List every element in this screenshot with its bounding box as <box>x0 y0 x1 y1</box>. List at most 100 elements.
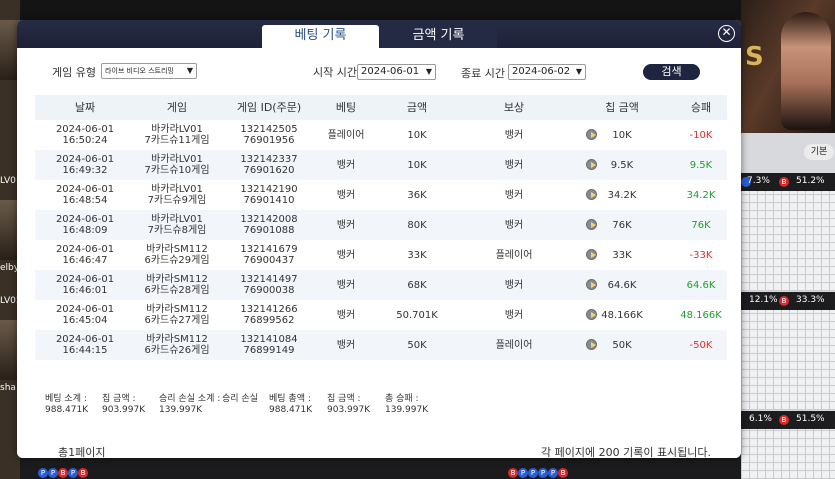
cell-chip-text: 33K <box>612 249 632 261</box>
cell-date: 2024-06-01 16:48:54 <box>56 180 114 210</box>
replay-play-icon[interactable] <box>586 339 597 350</box>
cell-date: 2024-06-01 16:44:15 <box>56 330 114 360</box>
cell-bet-text: 뱅커 <box>336 159 356 171</box>
game-type-select[interactable]: 라이브 비디오 스트리밍 ▼ <box>101 63 197 79</box>
cell-game-text: 바카라LV01 <box>151 214 203 225</box>
cell-game-text: 바카라LV01 <box>151 154 203 165</box>
cell-bet-text: 뱅커 <box>336 279 356 291</box>
modal-header: 베팅 기록 금액 기록 ✕ <box>17 20 741 48</box>
cell-game-id: 132142190 76901410 <box>240 180 297 210</box>
cell-game-id-text: 132141679 <box>240 244 298 255</box>
tab-amount-history[interactable]: 금액 기록 <box>380 25 497 48</box>
end-time-label: 종료 시간 <box>461 67 505 80</box>
cell-winloss-text: -33K <box>689 249 713 261</box>
cell-result: 뱅커 <box>505 300 523 330</box>
search-button[interactable]: 검색 <box>643 64 700 80</box>
replay-play-icon[interactable] <box>586 129 597 140</box>
cell-game-text: 6카드슈26게임 <box>144 345 210 356</box>
cell-game-text: 바카라LV01 <box>151 184 203 195</box>
cell-date-text: 2024-06-01 <box>55 214 115 225</box>
cell-bet: 뱅커 <box>337 300 355 330</box>
table-stats-strip: 6.1% B 51.5% <box>741 411 835 429</box>
summary-value: 988.471K <box>269 405 313 415</box>
start-time-label: 시작 시간 <box>313 66 357 79</box>
table-row: 2024-06-01 16:48:09 바카라LV01 7카드슈8게임 13214200… <box>35 210 727 240</box>
roadmap-grid <box>741 310 835 410</box>
cell-winloss: 64.6K <box>687 270 716 300</box>
cell-result: 뱅커 <box>505 180 523 210</box>
cell-winloss: 9.5K <box>690 150 712 180</box>
table-row: 2024-06-01 16:46:47 바카라SM112 6카드슈29게임 132141… <box>35 240 727 270</box>
cell-winloss: -50K <box>690 330 713 360</box>
start-date-select[interactable]: 2024-06-01 ▼ <box>357 64 436 80</box>
summary-label: 승리 손실 <box>222 394 258 404</box>
replay-play-icon[interactable] <box>586 249 597 260</box>
cell-date-text: 16:50:24 <box>62 135 108 146</box>
table-row: 2024-06-01 16:48:54 바카라LV01 7카드슈9게임 13214219… <box>35 180 727 210</box>
cell-chip: 33K <box>612 240 631 270</box>
cell-game-text: 바카라SM112 <box>146 244 208 255</box>
cell-game-text: 6카드슈29게임 <box>144 255 210 266</box>
cell-chip-text: 9.5K <box>610 159 634 171</box>
cell-date-text: 2024-06-01 <box>55 154 115 165</box>
cell-chip-text: 76K <box>612 219 632 231</box>
road-dots: BPPPPB <box>508 460 568 479</box>
mode-badge[interactable]: 기본 <box>804 144 834 160</box>
cell-amount: 68K <box>407 270 426 300</box>
cell-amount: 36K <box>407 180 426 210</box>
per-page-note: 각 페이지에 200 기록이 표시됩니다. <box>541 446 712 458</box>
cell-chip-text: 64.6K <box>607 279 637 291</box>
cell-game-text: 바카라LV01 <box>151 124 203 135</box>
roadmap-grid <box>741 429 835 479</box>
cell-bet-text: 뱅커 <box>336 189 356 201</box>
cell-game-id-text: 132142505 <box>240 124 298 135</box>
cell-winloss-text: 76K <box>691 219 711 231</box>
cell-game-id-text: 76900038 <box>243 285 295 296</box>
cell-date-text: 16:46:47 <box>62 255 108 266</box>
dealer-image <box>781 12 831 130</box>
banker-percent: 51.2% <box>796 176 825 186</box>
end-date-select[interactable]: 2024-06-02 ▼ <box>508 64 586 80</box>
cell-game-text: 바카라SM112 <box>146 274 208 285</box>
close-icon[interactable]: ✕ <box>718 25 735 42</box>
replay-play-icon[interactable] <box>586 189 597 200</box>
page-count: 총1페이지 <box>58 446 106 458</box>
cell-winloss: -10K <box>690 120 713 150</box>
cell-game-id: 132141084 76899149 <box>240 330 297 360</box>
cell-result: 뱅커 <box>505 210 523 240</box>
col-amount: 금액 <box>406 101 428 114</box>
cell-chip-text: 34.2K <box>607 189 637 201</box>
cell-amount-text: 80K <box>407 219 427 231</box>
cell-chip: 34.2K <box>608 180 637 210</box>
cell-winloss: 34.2K <box>687 180 716 210</box>
cell-bet: 뱅커 <box>337 210 355 240</box>
cell-result: 뱅커 <box>505 120 523 150</box>
cell-bet: 뱅커 <box>337 270 355 300</box>
col-game-id: 게임 ID(주문) <box>236 101 302 114</box>
summary-label: 총 승패 : <box>385 394 419 404</box>
cell-game-id-text: 76901620 <box>243 165 295 176</box>
replay-play-icon[interactable] <box>586 219 597 230</box>
cell-game-id-text: 132141084 <box>240 334 298 345</box>
replay-play-icon[interactable] <box>586 159 597 170</box>
modal-body: 게임 유형 라이브 비디오 스트리밍 ▼ 시작 시간 2024-06-01 ▼ … <box>17 48 741 458</box>
cell-chip: 10K <box>612 120 631 150</box>
cell-game-id: 132142505 76901956 <box>240 120 297 150</box>
cell-game-text: 7카드슈8게임 <box>147 225 207 236</box>
cell-winloss: 76K <box>691 210 710 240</box>
replay-play-icon[interactable] <box>586 279 597 290</box>
promo-banner[interactable]: S <box>741 0 835 133</box>
replay-play-icon[interactable] <box>586 309 597 320</box>
cell-winloss: -33K <box>690 240 713 270</box>
cell-game-text: 6카드슈28게임 <box>144 285 210 296</box>
cell-game-id-text: 132142008 <box>240 214 298 225</box>
tab-bet-history[interactable]: 베팅 기록 <box>262 25 379 48</box>
cell-date: 2024-06-01 16:46:47 <box>56 240 114 270</box>
cell-result-text: 뱅커 <box>504 189 524 201</box>
cell-amount-text: 68K <box>407 279 427 291</box>
cell-game-id-text: 76901088 <box>243 225 295 236</box>
cell-result: 뱅커 <box>505 270 523 300</box>
cell-chip: 48.166K <box>601 300 643 330</box>
cell-chip: 9.5K <box>611 150 633 180</box>
cell-bet: 뱅커 <box>337 240 355 270</box>
